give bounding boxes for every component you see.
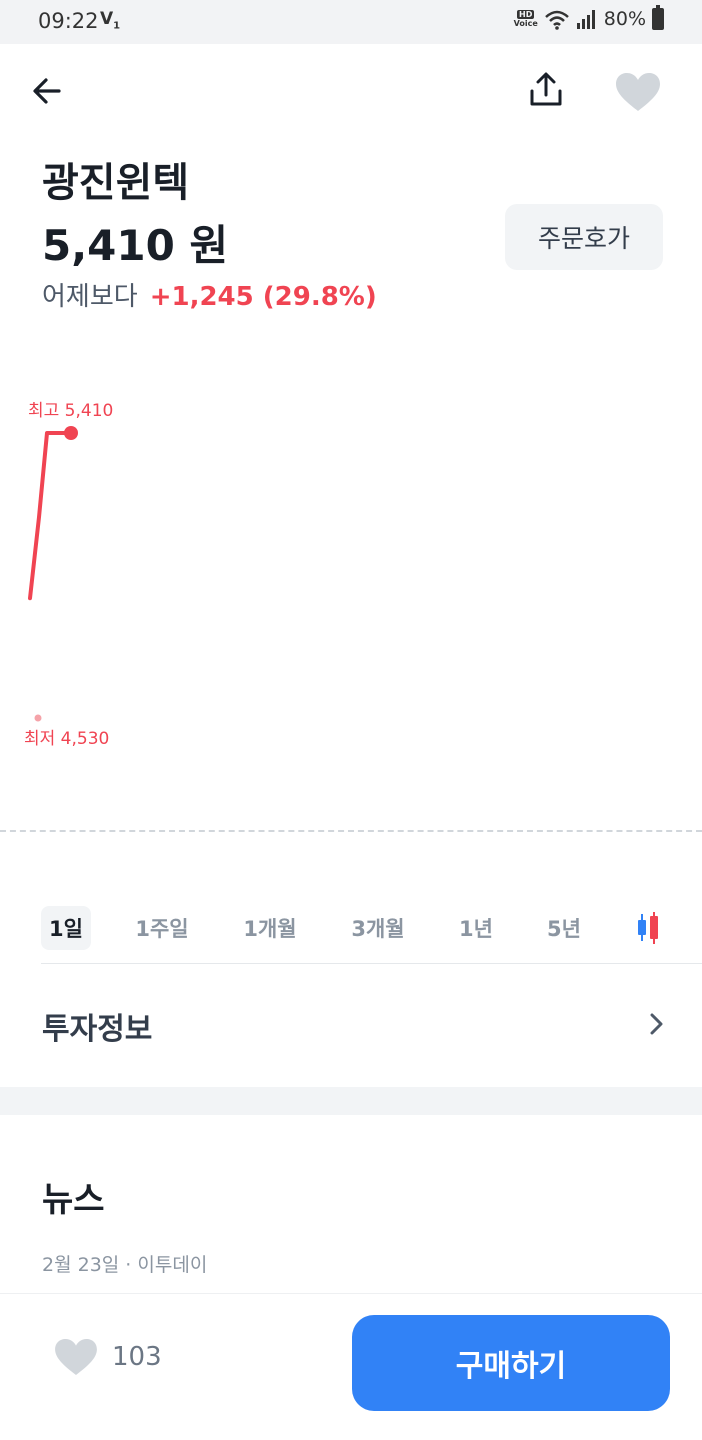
arrow-left-icon [33, 78, 61, 104]
order-book-button[interactable]: 주문호가 [505, 204, 663, 270]
hd-voice-icon: HD Voice [513, 10, 538, 28]
bottom-action-bar: 103 구매하기 [0, 1293, 702, 1440]
tab-1y[interactable]: 1년 [453, 906, 499, 950]
heart-icon [55, 1338, 97, 1376]
battery-percent: 80% [603, 8, 646, 30]
chart-low-dot [34, 714, 42, 722]
status-indicators: HD Voice 80% [513, 5, 664, 30]
period-tabs: 1일 1주일 1개월 3개월 1년 5년 [41, 906, 702, 950]
share-icon [530, 72, 562, 106]
change-label: 어제보다 [42, 282, 138, 312]
candlestick-icon [638, 912, 658, 944]
signal-icon [576, 10, 595, 29]
investment-info-row[interactable]: 투자정보 [0, 990, 702, 1060]
heart-icon [616, 73, 660, 111]
tab-5y[interactable]: 5년 [541, 906, 587, 950]
status-bar: 09:22 V1 HD Voice 80% [0, 0, 702, 44]
tab-1w[interactable]: 1주일 [129, 906, 195, 950]
tab-1d[interactable]: 1일 [41, 906, 91, 950]
like-button[interactable]: 103 [54, 1338, 162, 1376]
change-value: +1,245 (29.8%) [149, 282, 377, 312]
tab-3m[interactable]: 3개월 [345, 906, 411, 950]
stock-price: 5,410 원 [42, 221, 229, 270]
chart-high-label: 최고 5,410 [28, 401, 113, 421]
volte-icon: V1 [100, 9, 121, 32]
news-section-title: 뉴스 [42, 1180, 105, 1220]
chart-current-dot [64, 426, 78, 440]
change-row: 어제보다 +1,245 (29.8%) [42, 276, 377, 313]
candlestick-toggle[interactable] [625, 906, 671, 950]
chart-low-label: 최저 4,530 [24, 729, 109, 749]
like-count: 103 [112, 1342, 162, 1372]
chart-price-line [28, 431, 73, 601]
battery-icon [652, 5, 664, 30]
tab-divider [41, 963, 702, 964]
chart-baseline [0, 830, 702, 832]
favorite-button[interactable] [612, 66, 664, 118]
investment-info-label: 투자정보 [42, 1012, 153, 1047]
wifi-icon [544, 10, 569, 30]
chevron-right-icon [650, 1013, 663, 1035]
buy-button[interactable]: 구매하기 [352, 1315, 670, 1411]
news-item-meta[interactable]: 2월 23일 · 이투데이 [42, 1250, 207, 1277]
tab-1m[interactable]: 1개월 [237, 906, 303, 950]
status-time: 09:22 [38, 9, 99, 33]
price-chart[interactable]: 최고 5,410 최저 4,530 [0, 380, 702, 780]
stock-name: 광진윈텍 [42, 160, 190, 206]
share-button[interactable] [522, 66, 570, 114]
section-divider [0, 1087, 702, 1115]
back-button[interactable] [24, 68, 70, 114]
